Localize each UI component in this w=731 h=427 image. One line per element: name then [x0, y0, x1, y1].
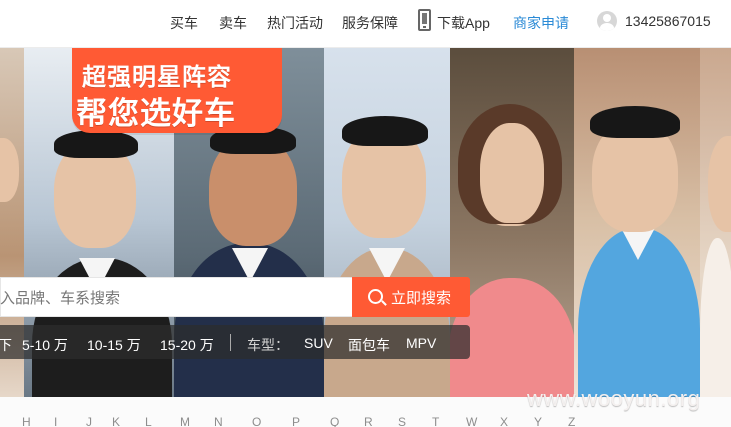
hero-photo-panel	[324, 48, 450, 427]
alphabet-letter[interactable]: Z	[568, 415, 575, 427]
hero-photo-panel	[0, 48, 24, 427]
filter-bar	[0, 325, 470, 359]
alphabet-letter[interactable]: H	[22, 415, 31, 427]
vehicle-type-van[interactable]: 面包车	[348, 335, 390, 355]
search-icon[interactable]	[368, 289, 383, 304]
alphabet-letter[interactable]: J	[86, 415, 92, 427]
alphabet-letter[interactable]: L	[145, 415, 152, 427]
price-filter-10-15[interactable]: 10-15 万	[87, 335, 141, 355]
mobile-phone-icon[interactable]	[418, 9, 431, 31]
vehicle-type-suv[interactable]: SUV	[304, 335, 333, 351]
nav-hot-events[interactable]: 热门活动	[267, 13, 323, 33]
vehicle-type-mpv[interactable]: MPV	[406, 335, 436, 351]
price-filter-below[interactable]: 下	[0, 335, 12, 355]
promo-title-line1: 超强明星阵容	[82, 64, 232, 91]
price-filter-15-20[interactable]: 15-20 万	[160, 335, 214, 355]
alphabet-letter[interactable]: N	[214, 415, 223, 427]
alphabet-letter[interactable]: O	[252, 415, 261, 427]
alphabet-letter[interactable]: T	[432, 415, 439, 427]
user-phone-number[interactable]: 13425867015	[625, 13, 711, 29]
alphabet-letter[interactable]: K	[112, 415, 120, 427]
price-filter-5-10[interactable]: 5-10 万	[22, 335, 68, 355]
user-avatar-icon[interactable]	[597, 11, 617, 31]
hero-photo-panel	[574, 48, 700, 427]
alphabet-letter[interactable]: R	[364, 415, 373, 427]
promo-title-line2: 帮您选好车	[76, 96, 236, 131]
top-navigation: 买车 卖车 热门活动 服务保障 下载App 商家申请 13425867015	[0, 0, 731, 48]
nav-download-app[interactable]: 下载App	[437, 13, 490, 33]
alphabet-letter[interactable]: Q	[330, 415, 339, 427]
search-placeholder: 入品牌、车系搜索	[0, 290, 121, 307]
alphabet-letter[interactable]: X	[500, 415, 508, 427]
nav-buy-car[interactable]: 买车	[170, 13, 198, 33]
vehicle-type-label: 车型：	[247, 337, 289, 353]
alphabet-letter[interactable]: S	[398, 415, 406, 427]
search-button-label[interactable]: 立即搜索	[391, 287, 451, 308]
alphabet-letter[interactable]: I	[54, 415, 57, 427]
nav-service-guarantee[interactable]: 服务保障	[342, 13, 398, 33]
hero-photo-panel	[700, 48, 731, 427]
nav-sell-car[interactable]: 卖车	[219, 13, 247, 33]
alphabet-letter[interactable]: W	[466, 415, 477, 427]
nav-merchant-apply[interactable]: 商家申请	[513, 13, 569, 33]
alphabet-letter[interactable]: Y	[534, 415, 542, 427]
alphabet-letter[interactable]: P	[292, 415, 300, 427]
hero-photo-panel	[450, 48, 574, 427]
watermark-text: www.wooyun.org	[527, 386, 701, 411]
alphabet-letter[interactable]: M	[180, 415, 190, 427]
filter-divider	[230, 334, 231, 351]
